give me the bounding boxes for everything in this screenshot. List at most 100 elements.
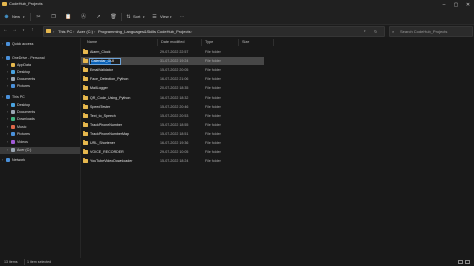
file-type: File folder bbox=[205, 159, 221, 164]
sidebar-item-label: Desktop bbox=[17, 70, 31, 74]
chevron-right-icon[interactable]: › bbox=[7, 148, 8, 152]
copy-icon[interactable]: ❐ bbox=[50, 14, 57, 20]
search-box[interactable]: ⌕ Search CodeHub_Projects bbox=[389, 26, 473, 37]
file-name: TrackPhoneNumber bbox=[90, 122, 123, 127]
column-separator[interactable] bbox=[238, 39, 239, 46]
sidebar-item-this-pc[interactable]: › This PC bbox=[0, 94, 80, 101]
file-row[interactable]: Face_Detection_Python 16-07-2022 21:06 Fil… bbox=[81, 75, 264, 83]
sidebar-item-downloads[interactable]: › Downloads bbox=[0, 116, 80, 123]
chevron-right-icon[interactable]: › bbox=[7, 132, 8, 136]
file-row[interactable]: VOICE_RECORDER 29-07-2022 10:05 File folde… bbox=[81, 148, 264, 156]
file-name: URL_Shortener bbox=[90, 141, 115, 145]
sort-chevron-icon[interactable]: ▾ bbox=[143, 10, 145, 24]
breadcrumb-this-pc[interactable]: This PC bbox=[58, 29, 72, 34]
delete-icon[interactable]: 🗑 bbox=[110, 14, 117, 20]
chevron-right-icon[interactable]: › bbox=[7, 117, 8, 121]
share-icon[interactable]: ↗ bbox=[95, 14, 102, 20]
cut-icon[interactable]: ✂ bbox=[35, 14, 42, 20]
chevron-right-icon[interactable]: › bbox=[7, 84, 8, 88]
chevron-right-icon[interactable]: › bbox=[7, 140, 8, 144]
chevron-right-icon[interactable]: › bbox=[7, 77, 8, 81]
chevron-right-icon[interactable]: › bbox=[2, 56, 3, 60]
file-row[interactable]: Text_to_Speech 15-07-2022 20:53 File folde… bbox=[81, 112, 264, 120]
chevron-right-icon[interactable]: › bbox=[7, 103, 8, 107]
downloads-icon bbox=[11, 117, 15, 121]
new-chevron-icon[interactable]: ▾ bbox=[23, 10, 25, 24]
column-separator[interactable] bbox=[201, 39, 202, 46]
column-separator[interactable] bbox=[273, 39, 274, 46]
more-options-button[interactable]: ··· bbox=[180, 10, 184, 24]
address-dropdown-icon[interactable]: ▾ bbox=[364, 29, 366, 33]
sidebar-item-music[interactable]: › Music bbox=[0, 124, 80, 131]
file-row[interactable]: TrackPhoneNumber 15-07-2022 18:55 File fol… bbox=[81, 121, 264, 129]
new-button[interactable]: New bbox=[12, 10, 20, 24]
column-size[interactable]: Size bbox=[242, 40, 249, 44]
up-icon[interactable]: ↑ bbox=[29, 27, 36, 34]
sidebar-item-quick-access[interactable]: › Quick access bbox=[0, 41, 80, 48]
file-type: File folder bbox=[205, 104, 221, 109]
folder-icon bbox=[83, 121, 88, 127]
sidebar-item-network[interactable]: › Network bbox=[0, 157, 80, 164]
sidebar-item-pictures[interactable]: › Pictures bbox=[0, 131, 80, 138]
search-input[interactable]: Search CodeHub_Projects bbox=[400, 29, 447, 34]
file-row[interactable]: URL_Shortener 16-07-2022 19:36 File folder bbox=[81, 139, 264, 147]
breadcrumb-codehub[interactable]: CodeHub_Projects bbox=[157, 29, 191, 34]
sidebar-item-pictures[interactable]: › Pictures bbox=[0, 83, 80, 90]
file-row[interactable]: MailLogger 20-07-2022 18:35 File folder bbox=[81, 84, 264, 92]
chevron-right-icon[interactable]: › bbox=[7, 110, 8, 114]
paste-icon[interactable]: 📋 bbox=[65, 14, 72, 20]
file-row[interactable]: TrackPhoneNumberMap 15-07-2022 18:51 File … bbox=[81, 130, 264, 138]
close-button[interactable]: ✕ bbox=[462, 0, 474, 10]
tiles-view-icon[interactable] bbox=[465, 260, 470, 264]
chevron-right-icon[interactable]: › bbox=[7, 70, 8, 74]
chevron-right-icon[interactable]: › bbox=[2, 42, 3, 46]
drive-icon bbox=[11, 148, 15, 152]
forward-icon[interactable]: → bbox=[11, 27, 18, 34]
file-row[interactable]: YouTubeVideoDownloader 15-07-2022 18:24 Fi… bbox=[81, 157, 264, 165]
refresh-icon[interactable]: ↻ bbox=[374, 29, 377, 34]
sidebar-item-label: AppData bbox=[17, 63, 31, 67]
file-row[interactable]: SpeedTester 15-07-2022 20:46 File folder bbox=[81, 103, 264, 111]
column-date-modified[interactable]: Date modified bbox=[161, 40, 184, 44]
back-icon[interactable]: ← bbox=[2, 27, 9, 34]
view-button[interactable]: View bbox=[160, 10, 169, 24]
item-count: 13 items bbox=[4, 260, 18, 264]
file-date-modified: 31-07-2022 19:24 bbox=[160, 59, 189, 64]
folder-icon bbox=[11, 63, 15, 67]
recent-locations-icon[interactable]: ▾ bbox=[20, 27, 27, 34]
column-name[interactable]: Name bbox=[87, 40, 97, 44]
column-type[interactable]: Type bbox=[205, 40, 213, 44]
chevron-right-icon[interactable]: › bbox=[7, 63, 8, 67]
maximize-button[interactable]: ▢ bbox=[450, 0, 462, 10]
minimize-button[interactable]: – bbox=[438, 0, 450, 10]
rename-icon[interactable]: Ⓐ bbox=[80, 14, 87, 20]
sidebar-item-documents[interactable]: › Documents bbox=[0, 109, 80, 116]
address-bar[interactable]: › This PC › Acer (C:) › Programming_Lang… bbox=[43, 26, 385, 37]
sidebar-item-videos[interactable]: › Videos bbox=[0, 139, 80, 146]
sidebar-item-onedrive-personal[interactable]: › OneDrive - Personal bbox=[0, 55, 80, 62]
sidebar-item-appdata[interactable]: › AppData bbox=[0, 62, 80, 69]
file-row[interactable]: EmailValidator 15-07-2022 20:05 File folde… bbox=[81, 66, 264, 74]
view-chevron-icon[interactable]: ▾ bbox=[170, 10, 172, 24]
file-name: YouTubeVideoDownloader bbox=[90, 159, 133, 164]
desktop-icon bbox=[11, 70, 15, 74]
column-separator[interactable] bbox=[157, 39, 158, 46]
chevron-right-icon[interactable]: › bbox=[7, 125, 8, 129]
sidebar-item-acer-c[interactable]: › Acer (C:) bbox=[0, 147, 80, 154]
sidebar-item-desktop[interactable]: › Desktop bbox=[0, 102, 80, 109]
file-date-modified: 15-07-2022 20:53 bbox=[160, 113, 189, 118]
sort-button[interactable]: Sort bbox=[133, 10, 140, 24]
breadcrumb-drive[interactable]: Acer (C:) bbox=[77, 29, 93, 34]
file-row[interactable]: Alarm_Clock 29-07-2022 22:57 File folder bbox=[81, 48, 264, 56]
status-bar: 13 items 1 item selected bbox=[0, 258, 474, 266]
file-row[interactable]: Calendar_GUI 31-07-2022 19:24 File folder bbox=[81, 57, 264, 66]
rename-input[interactable]: Calendar_GUI bbox=[89, 58, 121, 66]
details-view-icon[interactable] bbox=[458, 260, 463, 264]
sidebar-item-desktop[interactable]: › Desktop bbox=[0, 69, 80, 76]
file-row[interactable]: QR_Code_Using_Python 16-07-2022 18:32 File… bbox=[81, 94, 264, 102]
breadcrumb-programming[interactable]: Programming_Languages&Skills bbox=[98, 29, 156, 34]
chevron-right-icon[interactable]: › bbox=[2, 95, 3, 99]
folder-icon bbox=[83, 158, 88, 164]
sidebar-item-documents[interactable]: › Documents bbox=[0, 76, 80, 83]
chevron-right-icon[interactable]: › bbox=[2, 158, 3, 162]
